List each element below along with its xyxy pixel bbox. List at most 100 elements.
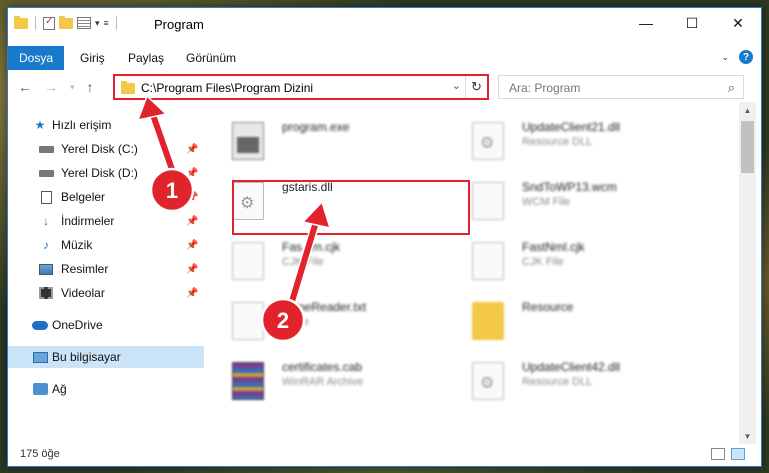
sidebar-item-local-disk-c[interactable]: Yerel Disk (C:) 📌: [8, 138, 204, 160]
file-name: UpdateClient21.dll: [522, 120, 621, 134]
music-icon: ♪: [43, 238, 49, 252]
view-options-icon[interactable]: [77, 17, 91, 29]
vertical-scrollbar[interactable]: ▲ ▼: [739, 102, 756, 444]
file-name: gstaris.dll: [282, 180, 333, 194]
sidebar-item-label: Belgeler: [61, 190, 106, 204]
sidebar-item-label: OneDrive: [52, 318, 103, 332]
search-icon[interactable]: ⌕: [728, 80, 735, 96]
sidebar-item-quick-access[interactable]: ★ Hızlı erişim: [8, 114, 204, 136]
file-item-gstaris-dll[interactable]: gstaris.dll: [204, 174, 444, 226]
disk-icon: [38, 166, 54, 180]
close-button[interactable]: ✕: [715, 8, 761, 38]
refresh-icon[interactable]: ↻: [465, 76, 487, 98]
sidebar-item-label: Müzik: [61, 238, 93, 252]
pin-icon[interactable]: 📌: [186, 288, 198, 299]
sidebar-item-network[interactable]: Ağ: [8, 378, 204, 400]
sidebar-item-label: Yerel Disk (C:): [61, 142, 138, 156]
sidebar-item-local-disk-d[interactable]: Yerel Disk (D:) 📌: [8, 162, 204, 184]
file-item[interactable]: Resource: [444, 294, 684, 346]
help-icon[interactable]: ?: [739, 50, 753, 64]
scrollbar-thumb[interactable]: [741, 121, 754, 173]
sidebar-item-label: Hızlı erişim: [52, 118, 112, 132]
search-box[interactable]: Ara: Program ⌕: [498, 75, 744, 99]
search-input[interactable]: Ara: Program: [509, 81, 580, 95]
new-folder-icon[interactable]: [59, 15, 73, 29]
sidebar-item-music[interactable]: ♪ Müzik 📌: [8, 234, 204, 256]
scroll-up-icon[interactable]: ▲: [739, 102, 756, 118]
file-type: WCM File: [522, 196, 571, 208]
ribbon-tabs: Dosya Giriş Paylaş Görünüm ⌄ ?: [8, 46, 761, 70]
back-arrow-icon[interactable]: ←: [18, 79, 32, 95]
properties-icon[interactable]: [43, 16, 55, 30]
folder-icon: [14, 15, 28, 29]
expand-ribbon-icon[interactable]: ⌄: [721, 52, 729, 63]
chevron-down-icon[interactable]: ▾: [95, 18, 100, 29]
tab-file[interactable]: Dosya: [8, 46, 64, 70]
network-icon: [32, 382, 48, 396]
customize-toolbar-icon[interactable]: ≡: [104, 18, 109, 28]
pin-icon[interactable]: 📌: [186, 168, 198, 179]
up-arrow-icon[interactable]: ↑: [87, 79, 94, 95]
minimize-button[interactable]: —: [623, 8, 669, 38]
blank-file-icon: [472, 242, 504, 280]
computer-icon: [32, 350, 48, 364]
file-item[interactable]: SndToWP13.wcm WCM File: [444, 174, 684, 226]
pictures-icon: [38, 262, 54, 276]
navigation-pane: ★ Hızlı erişim Yerel Disk (C:) 📌 Yerel D…: [8, 110, 204, 440]
tiles-view-icon[interactable]: [731, 448, 745, 460]
details-view-icon[interactable]: [711, 448, 725, 460]
chevron-down-icon[interactable]: ⌄: [452, 79, 461, 92]
sidebar-item-documents[interactable]: Belgeler 📌: [8, 186, 204, 208]
pin-icon[interactable]: 📌: [186, 240, 198, 251]
file-item[interactable]: UpdateClient42.dll Resource DLL: [444, 354, 684, 406]
dll-icon: [472, 362, 504, 400]
folder-icon: [121, 81, 135, 94]
file-type: Resource DLL: [522, 376, 593, 388]
file-explorer-window: ▾ ≡ Program — ☐ ✕ Dosya Giriş Paylaş Gör…: [7, 7, 762, 467]
tab-view[interactable]: Görünüm: [186, 51, 236, 65]
download-icon: ↓: [43, 214, 49, 228]
tab-home[interactable]: Giriş: [80, 51, 105, 65]
file-item[interactable]: UpdateClient21.dll Resource DLL: [444, 114, 684, 166]
blank-file-icon: [232, 242, 264, 280]
maximize-button[interactable]: ☐: [669, 8, 715, 38]
file-item[interactable]: certificates.cab WinRAR Archive: [204, 354, 444, 406]
address-bar[interactable]: C:\Program Files\Program Dizini ⌄ ↻: [114, 75, 488, 99]
sidebar-item-label: Ağ: [52, 382, 67, 396]
file-name: Fas...m.cjk: [282, 240, 341, 254]
file-item[interactable]: Fas...m.cjk CJK File: [204, 234, 444, 286]
file-type: WinRAR Archive: [282, 376, 364, 388]
file-name: ...fineReader.txt: [282, 300, 367, 314]
file-type: CJK File: [522, 256, 564, 268]
file-item[interactable]: program.exe: [204, 114, 444, 166]
star-icon: ★: [34, 118, 46, 132]
navigation-bar: ← → ▾ ↑ C:\Program Files\Program Dizini …: [8, 72, 761, 102]
pin-icon[interactable]: 📌: [186, 264, 198, 275]
dll-icon: [472, 122, 504, 160]
scroll-down-icon[interactable]: ▼: [739, 428, 756, 444]
pin-icon[interactable]: 📌: [186, 216, 198, 227]
tab-share[interactable]: Paylaş: [128, 51, 164, 65]
forward-arrow-icon[interactable]: →: [44, 79, 58, 95]
file-item[interactable]: FastNml.cjk CJK File: [444, 234, 684, 286]
file-name: SndToWP13.wcm: [522, 180, 617, 194]
sidebar-item-videos[interactable]: Videolar 📌: [8, 282, 204, 304]
sidebar-item-this-pc[interactable]: Bu bilgisayar: [8, 346, 204, 368]
sidebar-item-onedrive[interactable]: OneDrive: [8, 314, 204, 336]
blank-file-icon: [232, 302, 264, 340]
separator: [115, 16, 117, 30]
archive-icon: [232, 362, 264, 400]
file-type: Resource DLL: [522, 136, 593, 148]
status-bar: 175 öğe: [8, 444, 761, 466]
videos-icon: [38, 286, 54, 300]
sidebar-item-label: Bu bilgisayar: [52, 350, 121, 364]
address-path[interactable]: C:\Program Files\Program Dizini: [141, 81, 313, 95]
sidebar-item-downloads[interactable]: ↓ İndirmeler 📌: [8, 210, 204, 232]
sidebar-item-pictures[interactable]: Resimler 📌: [8, 258, 204, 280]
file-item[interactable]: ...fineReader.txt ...File: [204, 294, 444, 346]
recent-locations-icon[interactable]: ▾: [70, 82, 75, 95]
sidebar-item-label: İndirmeler: [61, 214, 115, 228]
file-name: FastNml.cjk: [522, 240, 585, 254]
pin-icon[interactable]: 📌: [186, 144, 198, 155]
pin-icon[interactable]: 📌: [186, 192, 198, 203]
